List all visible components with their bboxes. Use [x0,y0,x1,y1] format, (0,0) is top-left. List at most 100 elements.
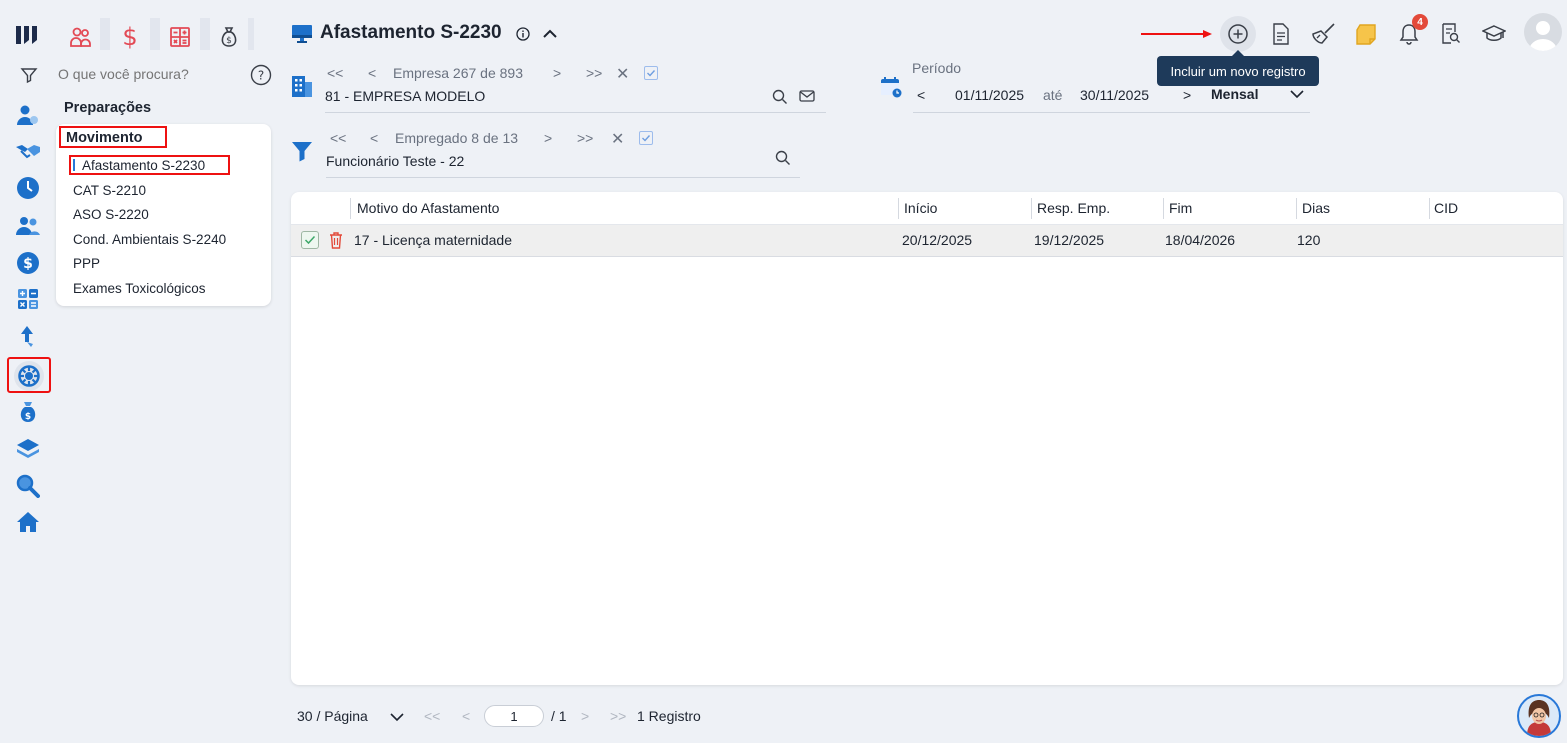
money-bag-icon[interactable]: $ [14,398,42,426]
filter-funnel-icon[interactable] [291,140,313,162]
svg-text:$: $ [226,36,232,46]
page-number-input[interactable]: 1 [484,705,544,727]
growth-arrow-icon[interactable] [14,322,42,350]
prev-period-button[interactable]: < [917,87,925,103]
clock-icon[interactable] [14,174,42,202]
esocial-sst-icon[interactable] [14,361,44,391]
records-count: 1 Registro [637,708,701,724]
report-search-icon[interactable] [1437,20,1465,48]
search-employee-icon[interactable] [775,150,791,166]
last-employee-button[interactable]: >> [577,130,593,146]
column-fim[interactable]: Fim [1169,200,1192,216]
magnifier-icon[interactable] [14,472,42,500]
user-settings-icon[interactable] [14,101,42,129]
employee-checkbox[interactable] [639,131,653,145]
mail-icon[interactable] [799,89,815,103]
first-page-button[interactable]: << [424,708,440,724]
next-period-button[interactable]: > [1183,87,1191,103]
cell-motivo: 17 - Licença maternidade [354,232,512,248]
menu-item-ppp[interactable]: PPP [73,256,100,271]
column-motivo[interactable]: Motivo do Afastamento [357,200,499,216]
search-bar[interactable]: ? [18,64,276,88]
search-company-icon[interactable] [772,89,788,105]
svg-text:?: ? [258,69,264,83]
next-employee-button[interactable]: > [544,130,552,146]
cell-dias: 120 [1297,232,1321,248]
company-checkbox[interactable] [644,66,658,80]
notification-badge: 4 [1412,14,1428,30]
company-counter: Empresa 267 de 893 [393,65,523,81]
last-page-button[interactable]: >> [610,708,626,724]
next-page-button[interactable]: > [581,708,589,724]
handshake-icon[interactable] [14,138,42,166]
add-record-button[interactable] [1220,16,1256,52]
employee-counter: Empregado 8 de 13 [395,130,519,146]
menu-item-afastamento[interactable]: Afastamento S-2230 [69,155,230,175]
period-until-label: até [1043,87,1063,103]
employees-icon[interactable] [14,212,42,240]
home-icon[interactable] [14,508,42,536]
menu-item-cond-ambientais[interactable]: Cond. Ambientais S-2240 [73,232,226,247]
money-bag-module-icon[interactable]: $ [212,20,246,54]
first-company-button[interactable]: << [327,65,343,81]
accounting-module-icon[interactable] [163,20,197,54]
period-label: Período [912,60,962,76]
cell-fim: 18/04/2026 [1165,232,1236,248]
column-dias[interactable]: Dias [1302,200,1330,216]
period-mode-select[interactable]: Mensal [1211,86,1258,102]
document-icon[interactable] [1267,20,1295,48]
prev-page-button[interactable]: < [462,708,470,724]
chevron-down-icon[interactable] [1290,89,1304,99]
chevron-up-icon[interactable] [542,28,558,40]
row-confirm-checkbox[interactable] [301,231,319,249]
menu-item-exames[interactable]: Exames Toxicológicos [73,281,206,296]
app-logo[interactable] [14,20,44,50]
monitor-icon [291,24,313,44]
column-inicio[interactable]: Início [904,200,937,216]
sticky-note-icon[interactable] [1352,20,1380,48]
prev-employee-button[interactable]: < [370,130,378,146]
per-page-select[interactable]: 30 / Página [297,708,368,724]
menu-section-title: Preparações [64,100,152,116]
records-grid: Motivo do Afastamento Início Resp. Emp. … [291,192,1563,685]
per-page-chevron-icon[interactable] [390,712,404,722]
prev-company-button[interactable]: < [368,65,376,81]
svg-text:$: $ [25,412,31,422]
total-pages: / 1 [551,708,567,724]
finance-module-icon[interactable]: $ [113,20,147,54]
period-start[interactable]: 01/11/2025 [955,87,1024,103]
menu-group-movimento[interactable]: Movimento [59,126,167,148]
table-row[interactable]: 17 - Licença maternidade 20/12/2025 19/1… [291,225,1563,257]
company-building-icon [291,74,313,98]
next-company-button[interactable]: > [553,65,561,81]
company-value[interactable]: 81 - EMPRESA MODELO [325,88,485,104]
dollar-icon[interactable]: $ [14,249,42,277]
graduation-cap-icon[interactable] [1480,20,1508,48]
cell-inicio: 20/12/2025 [902,232,973,248]
broom-icon[interactable] [1310,20,1338,48]
period-end[interactable]: 30/11/2025 [1080,87,1149,103]
employee-value[interactable]: Funcionário Teste - 22 [326,153,464,169]
column-resp-emp[interactable]: Resp. Emp. [1037,200,1110,216]
calculator-icon[interactable] [14,285,42,313]
info-icon[interactable] [516,27,530,41]
clear-employee-button[interactable]: ✕ [611,129,624,149]
column-cid[interactable]: CID [1434,200,1458,216]
grid-header: Motivo do Afastamento Início Resp. Emp. … [291,192,1563,225]
help-icon[interactable]: ? [250,64,272,86]
clear-company-button[interactable]: ✕ [616,64,629,84]
menu-item-cat[interactable]: CAT S-2210 [73,183,146,198]
layers-icon[interactable] [14,435,42,463]
first-employee-button[interactable]: << [330,130,346,146]
filter-icon[interactable] [20,66,38,84]
trash-icon[interactable] [329,231,343,249]
menu-item-aso[interactable]: ASO S-2220 [73,207,149,222]
user-avatar[interactable] [1524,13,1562,51]
search-input[interactable] [58,66,238,82]
assistant-avatar[interactable] [1517,694,1561,738]
svg-text:$: $ [23,256,33,272]
annotation-arrow [1141,30,1213,38]
people-module-icon[interactable] [64,20,98,54]
add-record-tooltip: Incluir um novo registro [1157,50,1319,86]
last-company-button[interactable]: >> [586,65,602,81]
